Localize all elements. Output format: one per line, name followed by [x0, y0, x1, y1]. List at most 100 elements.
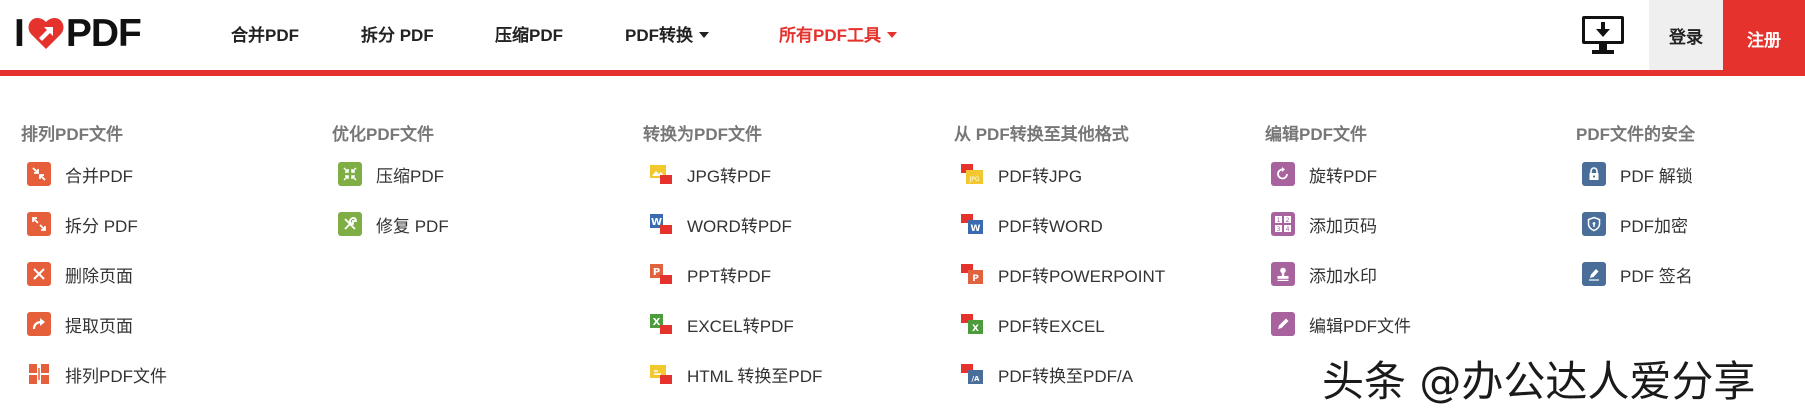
nav-compress-pdf[interactable]: 压缩PDF [495, 0, 563, 70]
menu-item-label: PDF转换至PDF/A [998, 366, 1134, 386]
menu-item-label: 旋转PDF [1309, 166, 1377, 186]
ilovepdf-logo[interactable]: I PDF [14, 12, 142, 56]
html-to-pdf-icon [649, 362, 673, 386]
menu-item-repair-pdf[interactable]: 修复 PDF [338, 209, 449, 239]
pdf-to-powerpoint-icon: P [960, 262, 984, 286]
split-icon [27, 212, 51, 236]
menu-item-label: PDF转EXCEL [998, 316, 1105, 336]
menu-item-label: PDF转WORD [998, 216, 1103, 236]
menu-item-label: 拆分 PDF [65, 216, 138, 236]
menu-item-label: PDF转JPG [998, 166, 1083, 186]
nav-label: PDF转换 [625, 26, 693, 45]
menu-item-label: PPT转PDF [687, 266, 772, 286]
sign-pen-icon [1582, 262, 1606, 286]
menu-item-label: 删除页面 [65, 266, 133, 286]
merge-icon [27, 162, 51, 186]
menu-item-compress-pdf[interactable]: 压缩PDF [338, 159, 444, 189]
menu-item-split-pdf[interactable]: 拆分 PDF [27, 209, 138, 239]
menu-item-label: 合并PDF [65, 166, 133, 186]
menu-item-label: HTML 转换至PDF [687, 366, 823, 386]
column-title: 转换为PDF文件 [643, 125, 762, 144]
menu-item-delete-pages[interactable]: 删除页面 [27, 259, 133, 289]
svg-text:1: 1 [1277, 217, 1281, 224]
menu-item-label: WORD转PDF [687, 216, 792, 236]
column-title: 从 PDF转换至其他格式 [954, 125, 1129, 144]
menu-item-unlock-pdf[interactable]: PDF 解锁 [1582, 159, 1693, 189]
pdf-to-word-icon: W [960, 212, 984, 236]
desktop-download-button[interactable] [1578, 12, 1628, 58]
menu-item-label: 压缩PDF [376, 166, 444, 186]
caret-down-icon [699, 32, 709, 38]
menu-item-ppt-to-pdf[interactable]: P PPT转PDF [649, 259, 771, 289]
menu-item-html-to-pdf[interactable]: HTML 转换至PDF [649, 359, 822, 389]
column-title: 优化PDF文件 [332, 125, 434, 144]
nav-split-pdf[interactable]: 拆分 PDF [361, 0, 434, 70]
menu-item-label: EXCEL转PDF [687, 316, 794, 336]
nav-label: 合并PDF [231, 26, 299, 45]
nav-label: 所有PDF工具 [779, 26, 881, 45]
page-numbers-icon: 1234 [1271, 212, 1295, 236]
jpg-to-pdf-icon [649, 162, 673, 186]
logo-text-pdf: PDF [65, 12, 142, 55]
edit-pencil-icon [1271, 312, 1295, 336]
menu-item-edit-pdf[interactable]: 编辑PDF文件 [1271, 309, 1411, 339]
menu-item-pdf-to-powerpoint[interactable]: P PDF转POWERPOINT [960, 259, 1165, 289]
menu-item-protect-pdf[interactable]: PDF加密 [1582, 209, 1688, 239]
svg-text:2: 2 [1286, 217, 1290, 224]
pdf-to-excel-icon: X [960, 312, 984, 336]
menu-item-word-to-pdf[interactable]: W WORD转PDF [649, 209, 792, 239]
menu-item-rotate-pdf[interactable]: 旋转PDF [1271, 159, 1377, 189]
svg-text:P: P [972, 274, 979, 284]
rotate-icon [1271, 162, 1295, 186]
menu-item-pdf-to-excel[interactable]: X PDF转EXCEL [960, 309, 1105, 339]
login-button[interactable]: 登录 [1649, 0, 1723, 70]
logo-letter-i: I [14, 12, 25, 55]
menu-item-merge-pdf[interactable]: 合并PDF [27, 159, 133, 189]
unlock-icon [1582, 162, 1606, 186]
menu-item-pdf-to-jpg[interactable]: JPG PDF转JPG [960, 159, 1082, 189]
menu-item-label: 添加页码 [1309, 216, 1377, 236]
menu-item-label: JPG转PDF [687, 166, 772, 186]
nav-label: 拆分 PDF [361, 26, 434, 45]
menu-item-label: 添加水印 [1309, 266, 1377, 286]
top-header: I PDF 合并PDF 拆分 PDF 压缩PDF PDF转换 所有PDF工具 登… [0, 0, 1805, 76]
menu-item-sign-pdf[interactable]: PDF 签名 [1582, 259, 1693, 289]
column-title: 编辑PDF文件 [1265, 125, 1367, 144]
svg-text:JPG: JPG [968, 176, 979, 183]
heart-icon [28, 17, 64, 49]
svg-text:4: 4 [1286, 226, 1290, 233]
menu-item-label: PDF加密 [1620, 216, 1688, 236]
source-watermark: 头条 @办公达人爱分享 [1322, 357, 1756, 406]
signup-button[interactable]: 注册 [1723, 0, 1805, 76]
organize-icon [27, 362, 51, 386]
excel-to-pdf-icon: X [649, 312, 673, 336]
menu-item-organize-pdf[interactable]: 排列PDF文件 [27, 359, 167, 389]
menu-item-add-page-numbers[interactable]: 1234 添加页码 [1271, 209, 1377, 239]
menu-item-label: 修复 PDF [376, 216, 449, 236]
svg-text:/A: /A [972, 375, 981, 383]
menu-item-extract-pages[interactable]: 提取页面 [27, 309, 133, 339]
menu-item-pdf-to-word[interactable]: W PDF转WORD [960, 209, 1103, 239]
nav-merge-pdf[interactable]: 合并PDF [231, 0, 299, 70]
menu-item-pdf-to-pdfa[interactable]: /A PDF转换至PDF/A [960, 359, 1133, 389]
column-title: 排列PDF文件 [21, 125, 123, 144]
menu-item-label: PDF转POWERPOINT [998, 266, 1166, 286]
menu-item-label: 编辑PDF文件 [1309, 316, 1411, 336]
pdf-to-jpg-icon: JPG [960, 162, 984, 186]
menu-item-add-watermark[interactable]: 添加水印 [1271, 259, 1377, 289]
pdf-to-pdfa-icon: /A [960, 362, 984, 386]
svg-text:X: X [972, 324, 979, 334]
caret-down-icon [887, 32, 897, 38]
nav-convert-pdf-dropdown[interactable]: PDF转换 [625, 0, 709, 70]
svg-text:P: P [653, 267, 660, 278]
svg-text:X: X [653, 317, 661, 328]
word-to-pdf-icon: W [649, 212, 673, 236]
menu-item-jpg-to-pdf[interactable]: JPG转PDF [649, 159, 771, 189]
menu-item-label: PDF 解锁 [1620, 166, 1693, 186]
svg-text:W: W [971, 224, 981, 234]
menu-item-excel-to-pdf[interactable]: X EXCEL转PDF [649, 309, 794, 339]
header-red-divider [0, 70, 1805, 76]
nav-all-pdf-tools-dropdown[interactable]: 所有PDF工具 [779, 0, 897, 70]
column-title: PDF文件的安全 [1576, 125, 1695, 144]
repair-icon [338, 212, 362, 236]
